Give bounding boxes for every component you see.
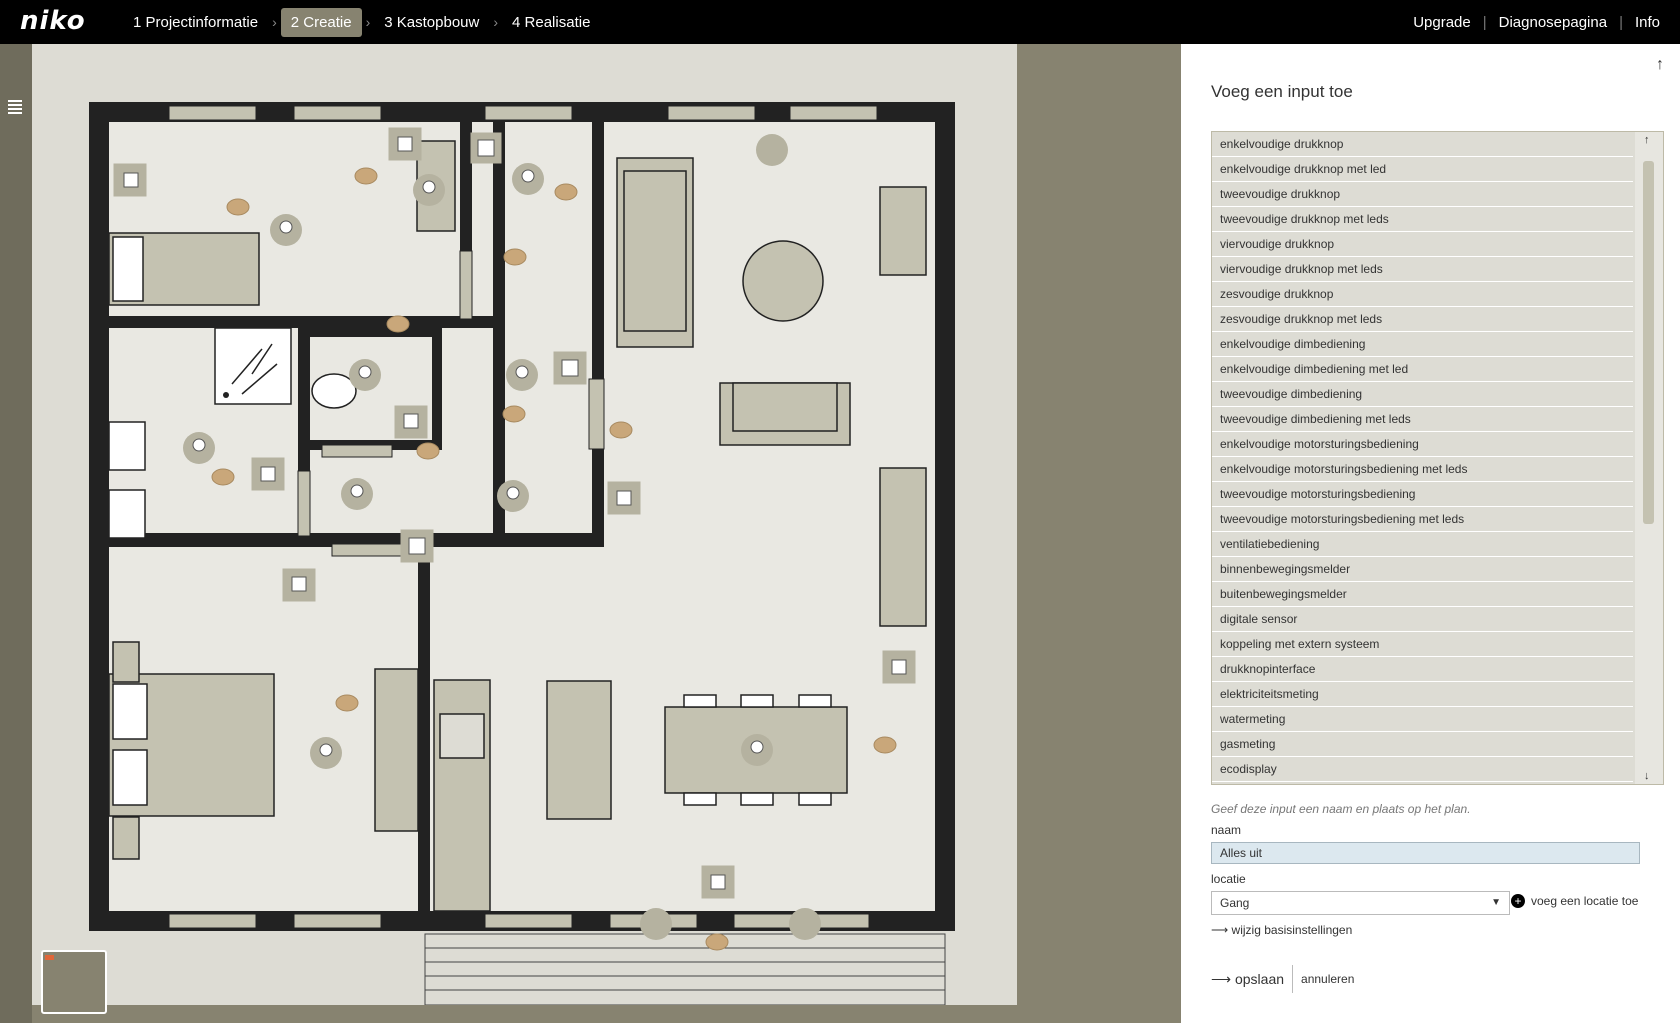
save-button[interactable]: ⟶ opslaan (1211, 971, 1284, 988)
list-scrollbar[interactable]: ↑ ↓ (1635, 132, 1663, 784)
step-creatie[interactable]: 2 Creatie (280, 7, 362, 37)
wijzig-label: wijzig basisinstellingen (1231, 923, 1353, 937)
list-item[interactable]: binnenbewegingsmelder (1212, 557, 1633, 582)
plus-icon: + (1511, 894, 1525, 908)
input-type-list[interactable]: enkelvoudige drukknop enkelvoudige drukkn… (1211, 131, 1664, 785)
floor-plan[interactable] (32, 44, 1017, 1005)
locatie-value: Gang (1220, 896, 1250, 910)
step-kastopbouw[interactable]: 3 Kastopbouw (374, 8, 489, 37)
locatie-label: locatie (1211, 872, 1246, 886)
arrow-up-icon[interactable]: ↑ (1656, 56, 1664, 74)
list-item[interactable]: tweevoudige motorsturingsbediening (1212, 482, 1633, 507)
scrollbar-thumb[interactable] (1643, 161, 1654, 524)
top-links: Upgrade | Diagnosepagina | Info (1413, 0, 1660, 44)
info-link[interactable]: Info (1635, 14, 1660, 31)
minimap[interactable] (41, 950, 107, 1014)
locatie-select[interactable]: Gang ▼ (1211, 891, 1510, 915)
list-item[interactable]: enkelvoudige motorsturingsbediening (1212, 432, 1633, 457)
list-item[interactable]: enkelvoudige dimbediening met led (1212, 357, 1633, 382)
list-item[interactable]: watermeting (1212, 707, 1633, 732)
diagnose-link[interactable]: Diagnosepagina (1499, 14, 1607, 31)
list-item[interactable]: enkelvoudige motorsturingsbediening met … (1212, 457, 1633, 482)
list-item[interactable]: tweevoudige dimbediening (1212, 382, 1633, 407)
arrow-right-icon: ⟶ (1211, 970, 1235, 987)
list-item[interactable]: drukknopinterface (1212, 657, 1633, 682)
add-location-label: voeg een locatie toe (1531, 894, 1639, 908)
chevron-right-icon: › (493, 14, 499, 30)
list-item[interactable]: enkelvoudige drukknop (1212, 132, 1633, 157)
list-item[interactable]: tweevoudige drukknop met leds (1212, 207, 1633, 232)
list-item[interactable]: ecodisplay (1212, 757, 1633, 782)
list-item[interactable]: koppeling met extern systeem (1212, 632, 1633, 657)
list-item[interactable]: enkelvoudige dimbediening (1212, 332, 1633, 357)
input-panel: ↑ Voeg een input toe enkelvoudige drukkn… (1181, 44, 1680, 1023)
divider: | (1619, 13, 1623, 31)
left-rail (0, 44, 32, 1023)
list-item[interactable]: elektriciteitsmeting (1212, 682, 1633, 707)
panel-title: Voeg een input toe (1211, 82, 1353, 101)
form-actions: ⟶ opslaan annuleren (1211, 965, 1354, 993)
list-item[interactable]: tweevoudige drukknop (1212, 182, 1633, 207)
naam-input[interactable]: Alles uit (1211, 842, 1640, 864)
arrow-down-icon[interactable]: ↓ (1644, 770, 1650, 782)
wizard-steps: 1 Projectinformatie › 2 Creatie › 3 Kast… (123, 0, 600, 44)
menu-list-icon[interactable] (8, 100, 22, 116)
top-bar: niko 1 Projectinformatie › 2 Creatie › 3… (0, 0, 1680, 44)
divider: | (1482, 13, 1487, 31)
upgrade-link[interactable]: Upgrade (1413, 14, 1471, 31)
save-label: opslaan (1234, 970, 1285, 987)
niko-logo: niko (20, 6, 86, 36)
list-item[interactable]: zesvoudige drukknop met leds (1212, 307, 1633, 332)
cancel-button[interactable]: annuleren (1301, 972, 1354, 986)
list-item[interactable]: gasmeting (1212, 732, 1633, 757)
list-item[interactable]: tweevoudige motorsturingsbediening met l… (1212, 507, 1633, 532)
chevron-right-icon: › (272, 14, 277, 30)
list-item[interactable]: ventilatiebediening (1212, 532, 1633, 557)
list-item[interactable]: buitenbewegingsmelder (1212, 582, 1633, 607)
caret-down-icon: ▼ (1491, 897, 1501, 908)
minimap-viewport (45, 955, 54, 960)
hint-text: Geef deze input een naam en plaats op he… (1211, 802, 1471, 816)
list-item[interactable]: tweevoudige dimbediening met leds (1212, 407, 1633, 432)
step-realisatie[interactable]: 4 Realisatie (502, 8, 600, 37)
arrow-up-icon[interactable]: ↑ (1644, 134, 1650, 146)
add-location-button[interactable]: + voeg een locatie toe (1511, 894, 1638, 908)
list-item[interactable]: viervoudige drukknop met leds (1212, 257, 1633, 282)
wijzig-basisinstellingen-link[interactable]: ⟶ wijzig basisinstellingen (1211, 923, 1352, 937)
arrow-right-icon: ⟶ (1211, 923, 1232, 937)
divider (1292, 965, 1294, 993)
input-type-items: enkelvoudige drukknop enkelvoudige drukkn… (1212, 132, 1633, 782)
list-item[interactable]: enkelvoudige drukknop met led (1212, 157, 1633, 182)
list-item[interactable]: zesvoudige drukknop (1212, 282, 1633, 307)
naam-label: naam (1211, 823, 1242, 837)
step-projectinformatie[interactable]: 1 Projectinformatie (123, 8, 268, 37)
chevron-right-icon: › (365, 14, 371, 30)
list-item[interactable]: viervoudige drukknop (1212, 232, 1633, 257)
list-item[interactable]: digitale sensor (1212, 607, 1633, 632)
